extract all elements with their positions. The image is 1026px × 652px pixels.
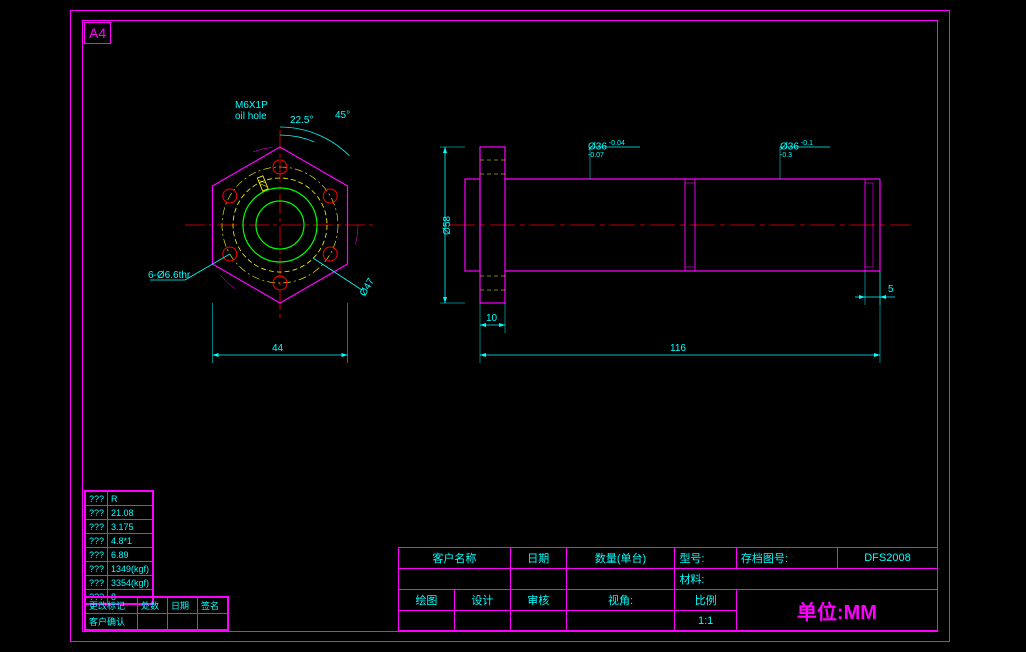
- revision-table: 更改标记 处数 日期 签名 客户确认: [84, 596, 229, 631]
- property-table: ???R ???21.08 ???3.175 ???4.8*1 ???6.89 …: [84, 490, 154, 605]
- title-block: 客户名称 日期 数量(单台) 型号: 存档图号: DFS2008 材料: 绘图 …: [398, 547, 938, 631]
- len-5: 5: [888, 284, 894, 295]
- len-10: 10: [486, 313, 497, 324]
- len-116: 116: [670, 343, 686, 354]
- angle-45: 45°: [335, 110, 350, 121]
- thread-note: M6X1P: [235, 100, 268, 111]
- width-44: 44: [272, 343, 283, 354]
- dia-58: Ø58: [442, 216, 453, 235]
- oil-hole-note: oil hole: [235, 111, 267, 122]
- angle-22-5: 22.5°: [290, 115, 313, 126]
- bolt-holes-note: 6-Ø6.6thr: [148, 270, 190, 281]
- dia-36a: Ø36-0.04-0.07: [588, 140, 625, 165]
- dia-36b: Ø36-0.1-0.3: [780, 140, 813, 165]
